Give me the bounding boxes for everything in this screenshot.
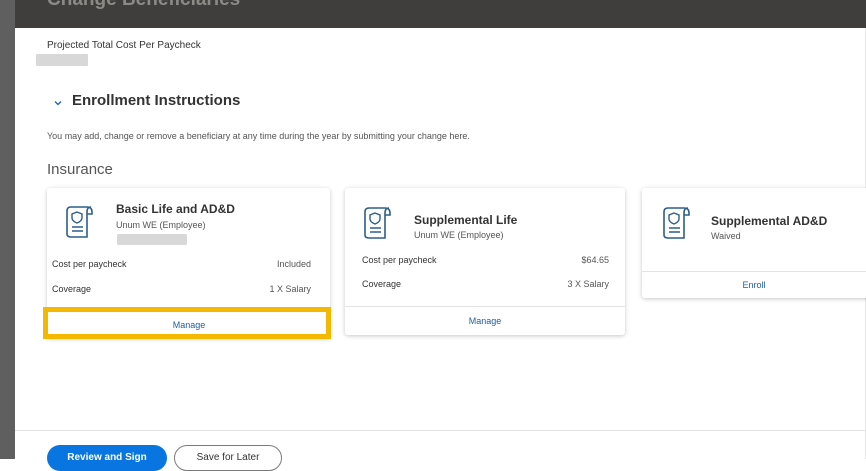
card-subtitle: Unum WE (Employee) — [414, 230, 504, 240]
highlight-box — [43, 307, 331, 339]
redacted-projected-cost — [36, 54, 88, 66]
enrollment-instructions-heading[interactable]: Enrollment Instructions — [72, 92, 240, 109]
review-and-sign-button[interactable]: Review and Sign — [47, 445, 167, 471]
card-subtitle: Waived — [711, 231, 741, 241]
enrollment-instructions-text: You may add, change or remove a benefici… — [47, 131, 470, 141]
cost-per-paycheck-value: Included — [276, 259, 311, 269]
chevron-down-icon[interactable] — [53, 98, 63, 108]
enroll-button-supplemental-add[interactable]: Enroll — [642, 280, 866, 290]
card-title: Basic Life and AD&D — [116, 202, 235, 216]
insurance-document-icon — [66, 206, 93, 238]
save-for-later-button[interactable]: Save for Later — [174, 445, 282, 471]
insurance-card-supplemental-add: Supplemental AD&D Waived Enroll — [642, 188, 866, 298]
projected-cost-label: Projected Total Cost Per Paycheck — [47, 40, 201, 51]
page-title: Change Beneficiaries — [47, 0, 240, 11]
insurance-document-icon — [364, 207, 391, 239]
coverage-value: 1 X Salary — [269, 284, 311, 294]
manage-button-supplemental-life[interactable]: Manage — [345, 316, 625, 326]
card-subtitle: Unum WE (Employee) — [116, 220, 206, 230]
window-frame-left — [0, 0, 15, 459]
coverage-label: Coverage — [362, 279, 402, 289]
page-header: Change Beneficiaries — [15, 0, 866, 28]
cost-per-paycheck-label: Cost per paycheck — [52, 259, 127, 269]
card-title: Supplemental AD&D — [711, 214, 828, 228]
coverage-value: 3 X Salary — [567, 279, 609, 289]
insurance-document-icon — [663, 207, 690, 239]
card-divider — [345, 306, 625, 307]
redacted-card-detail — [117, 234, 187, 245]
cost-per-paycheck-value: $64.65 — [581, 255, 609, 265]
insurance-card-supplemental-life: Supplemental Life Unum WE (Employee) Cos… — [345, 188, 625, 335]
cost-per-paycheck-label: Cost per paycheck — [362, 255, 437, 265]
insurance-heading: Insurance — [47, 161, 113, 178]
coverage-label: Coverage — [52, 284, 92, 294]
card-title: Supplemental Life — [414, 213, 518, 227]
card-divider — [642, 271, 866, 272]
footer-divider — [15, 430, 866, 431]
